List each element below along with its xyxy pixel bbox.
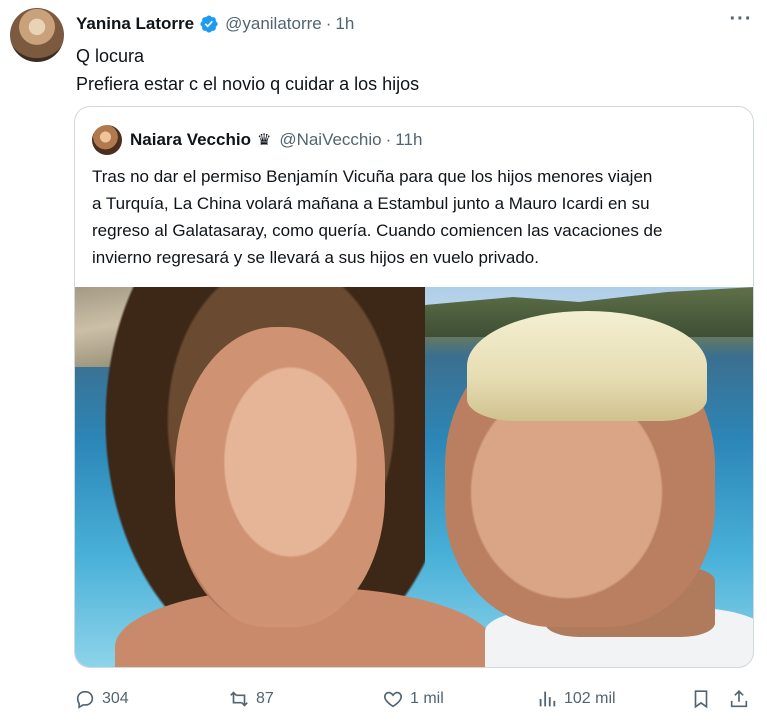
tweet-actions: 304 87 1 mil 102 mil — [74, 684, 754, 714]
views-button[interactable]: 102 mil — [536, 684, 616, 714]
quoted-text-line: regreso al Galatasaray, como quería. Cua… — [92, 221, 663, 240]
retweet-count: 87 — [256, 690, 274, 707]
photo-person-hair — [467, 311, 707, 421]
quoted-text-line: Tras no dar el permiso Benjamín Vicuña p… — [92, 167, 653, 186]
quoted-time: 11h — [395, 130, 423, 149]
reply-icon — [76, 691, 94, 709]
tweet-header: Yanina Latorre @yanilatorre · 1h — [76, 12, 354, 36]
quoted-author-avatar — [92, 125, 122, 155]
tweet-time[interactable]: 1h — [335, 14, 354, 34]
quoted-author-handle: @NaiVecchio — [279, 130, 382, 149]
quoted-author-name: Naiara Vecchio — [130, 130, 251, 149]
photo-person-face — [175, 327, 385, 627]
separator-dot: · — [325, 14, 332, 33]
crown-icon: ♛ — [256, 132, 272, 149]
tweet-text-line: Prefiera estar c el novio q cuidar a los… — [76, 74, 420, 94]
quoted-text: Tras no dar el permiso Benjamín Vicuña p… — [92, 163, 742, 271]
author-name[interactable]: Yanina Latorre — [76, 14, 194, 34]
quoted-photo[interactable] — [75, 287, 753, 667]
quoted-tweet[interactable]: Naiara Vecchio ♛ @NaiVecchio · 11h Tras … — [74, 106, 754, 668]
views-icon — [539, 691, 556, 707]
quoted-text-line: a Turquía, La China volará mañana a Esta… — [92, 194, 650, 213]
reply-button[interactable]: 304 — [74, 684, 129, 714]
like-button[interactable]: 1 mil — [382, 684, 444, 714]
author-handle[interactable]: @yanilatorre — [225, 14, 322, 34]
more-icon[interactable]: ··· — [728, 9, 754, 32]
separator-dot: · — [385, 130, 392, 149]
verified-badge-icon — [199, 14, 219, 34]
like-icon — [383, 691, 403, 708]
bookmark-button[interactable] — [690, 684, 718, 714]
like-count: 1 mil — [410, 690, 444, 707]
retweet-icon — [230, 691, 248, 707]
tweet-text-line: Q locura — [76, 46, 145, 66]
reply-count: 304 — [102, 690, 129, 707]
quoted-text-line: invierno regresará y se llevará a sus hi… — [92, 248, 539, 267]
share-button[interactable] — [728, 684, 756, 714]
view-count: 102 mil — [564, 690, 616, 707]
quoted-header: Naiara Vecchio ♛ @NaiVecchio · 11h — [130, 127, 422, 153]
author-avatar[interactable] — [10, 8, 64, 62]
share-icon — [730, 690, 748, 708]
bookmark-icon — [694, 690, 708, 709]
tweet-text: Q locura Prefiera estar c el novio q cui… — [76, 42, 419, 98]
retweet-button[interactable]: 87 — [228, 684, 274, 714]
